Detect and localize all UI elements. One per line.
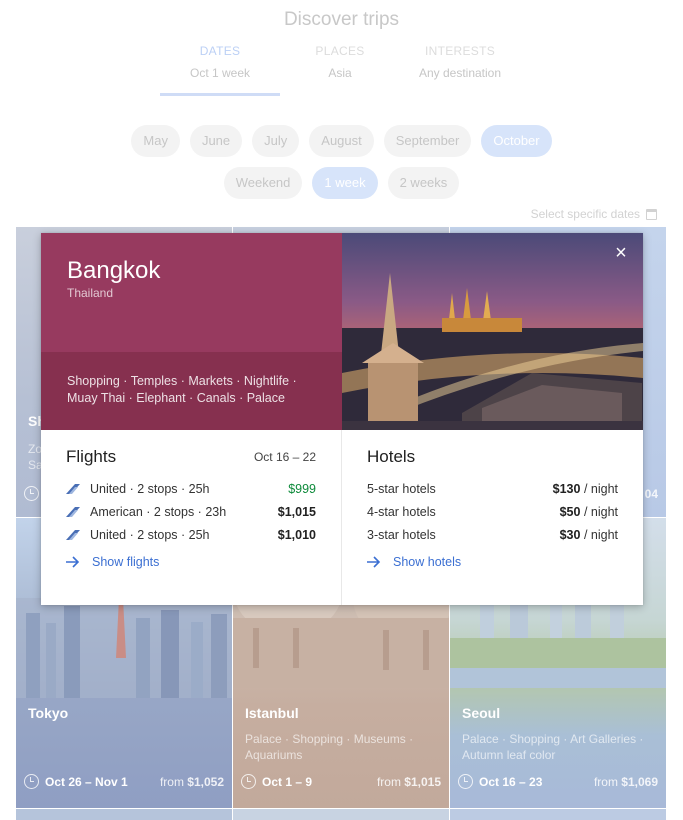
destination-city: Bangkok: [67, 257, 161, 284]
flight-price: $1,015: [277, 505, 316, 519]
card-city: Tokyo: [28, 705, 69, 721]
flights-section: Flights Oct 16 – 22 United · 2 stops · 2…: [41, 430, 342, 605]
card-tags: Palace · Shopping · Art Galleries · Autu…: [462, 732, 644, 762]
show-flights-link[interactable]: Show flights: [66, 555, 159, 569]
hotel-option-row[interactable]: 5-star hotels $130 / night: [367, 480, 618, 498]
airline-logo-icon: [66, 484, 80, 494]
duration-chips: Weekend 1 week 2 weeks: [0, 167, 683, 199]
hotel-option-row[interactable]: 4-star hotels $50 / night: [367, 503, 618, 521]
card-price: from $1,052: [159, 774, 224, 789]
card-price: from $1,015: [376, 774, 441, 789]
hotel-desc: 5-star hotels: [367, 482, 436, 496]
card-date-row: Oct 16 – 23 from $1,069: [458, 774, 658, 789]
card-price: 04: [644, 487, 658, 501]
clock-icon: [24, 486, 39, 501]
arrow-right-icon: [367, 556, 381, 568]
flight-desc: American · 2 stops · 23h: [90, 505, 227, 519]
hotel-option-row[interactable]: 3-star hotels $30 / night: [367, 526, 618, 544]
hotel-desc: 3-star hotels: [367, 528, 436, 542]
flight-price: $1,010: [277, 528, 316, 542]
card-date-row: Oct 26 – Nov 1 from $1,052: [24, 774, 224, 789]
hotels-section: Hotels 5-star hotels $130 / night 4-star…: [342, 430, 643, 605]
tab-dates-value: Oct 1 week: [189, 66, 251, 80]
flight-option-row[interactable]: American · 2 stops · 23h $1,015: [66, 503, 316, 521]
select-specific-dates-link[interactable]: Select specific dates: [531, 207, 657, 221]
filter-tabs: DATES Oct 1 week PLACES Asia INTERESTS A…: [160, 42, 520, 96]
card-dates: Oct 26 – Nov 1: [45, 774, 128, 789]
bangkok-temple-image: ×: [342, 233, 643, 430]
flight-desc: United · 2 stops · 25h: [90, 528, 210, 542]
destination-card-row3-right[interactable]: [450, 809, 666, 820]
destination-country: Thailand: [67, 286, 114, 300]
duration-chip-2-weeks[interactable]: 2 weeks: [387, 167, 460, 199]
card-price: from $1,069: [593, 774, 658, 789]
flight-option-row[interactable]: United · 2 stops · 25h $999: [66, 480, 316, 498]
clock-icon: [458, 774, 473, 789]
hotel-price: $30 / night: [559, 528, 618, 542]
card-dates: Oct 1 – 9: [262, 774, 313, 789]
month-chip-september[interactable]: September: [383, 125, 472, 157]
flights-title: Flights: [66, 447, 117, 466]
tab-dates-label: DATES: [199, 44, 241, 58]
hotel-price: $50 / night: [559, 505, 618, 519]
flight-desc: United · 2 stops · 25h: [90, 482, 210, 496]
month-chips: May June July August September October: [0, 125, 683, 157]
arrow-right-icon: [66, 556, 80, 568]
flights-dates: Oct 16 – 22: [253, 450, 316, 464]
close-button[interactable]: ×: [609, 241, 633, 265]
select-dates-label: Select specific dates: [530, 207, 640, 221]
card-date-row: Oct 1 – 9 from $1,015: [241, 774, 441, 789]
tab-dates[interactable]: DATES Oct 1 week: [160, 42, 280, 96]
hotel-desc: 4-star hotels: [367, 505, 436, 519]
month-chip-october[interactable]: October: [481, 125, 552, 157]
destination-hero-panel: Bangkok Thailand Shopping · Temples · Ma…: [41, 233, 342, 430]
clock-icon: [24, 774, 39, 789]
tab-places-label: PLACES: [315, 44, 365, 58]
show-hotels-link[interactable]: Show hotels: [367, 555, 461, 569]
destination-card-row3-left[interactable]: [16, 809, 232, 820]
tab-places[interactable]: PLACES Asia: [280, 42, 400, 96]
card-tags: Palace · Shopping · Museums · Aquariums: [245, 732, 414, 762]
month-chip-june[interactable]: June: [189, 125, 243, 157]
duration-chip-weekend[interactable]: Weekend: [223, 167, 303, 199]
destination-tags: Shopping · Temples · Markets · Nightlife…: [67, 374, 297, 405]
destination-detail-popup: Bangkok Thailand Shopping · Temples · Ma…: [41, 233, 643, 605]
month-chip-july[interactable]: July: [252, 125, 300, 157]
card-dates: Oct 16 – 23: [479, 774, 543, 789]
hotel-price: $130 / night: [552, 482, 618, 496]
airline-logo-icon: [66, 507, 80, 517]
calendar-icon: [646, 208, 657, 220]
close-icon: ×: [615, 241, 627, 264]
month-chip-august[interactable]: August: [309, 125, 374, 157]
duration-chip-1-week[interactable]: 1 week: [312, 167, 378, 199]
clock-icon: [241, 774, 256, 789]
card-city: Istanbul: [245, 705, 299, 721]
destination-card-row3-mid[interactable]: [233, 809, 449, 820]
tab-interests-value: Any destination: [418, 66, 502, 80]
hotels-title: Hotels: [367, 447, 416, 466]
tab-interests-label: INTERESTS: [424, 44, 496, 58]
tab-interests[interactable]: INTERESTS Any destination: [400, 42, 520, 96]
month-chip-may[interactable]: May: [131, 125, 180, 157]
show-hotels-label: Show hotels: [393, 555, 462, 569]
page-title: Discover trips: [283, 9, 400, 30]
flight-option-row[interactable]: United · 2 stops · 25h $1,010: [66, 526, 316, 544]
show-flights-label: Show flights: [92, 555, 160, 569]
tab-places-value: Asia: [328, 66, 352, 80]
card-city: Seoul: [462, 705, 501, 721]
airline-logo-icon: [66, 530, 80, 540]
flight-price: $999: [288, 482, 316, 496]
